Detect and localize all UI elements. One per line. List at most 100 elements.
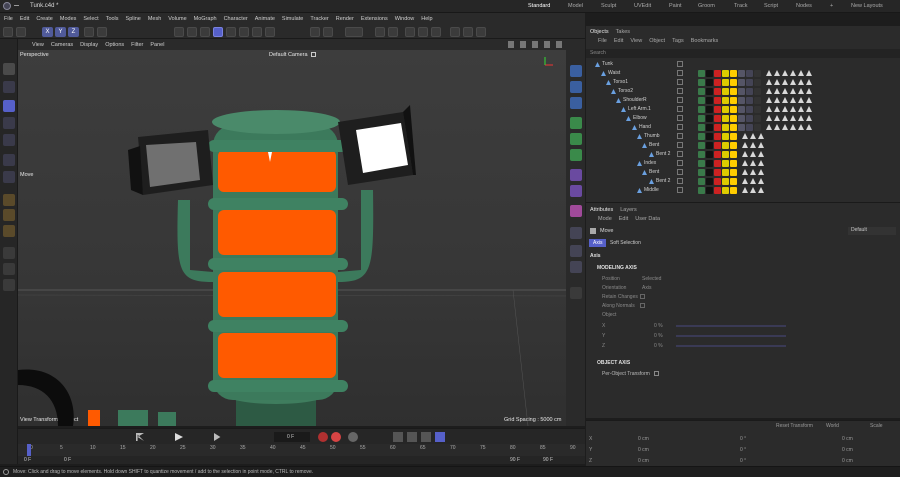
menu-simulate[interactable]: Simulate bbox=[282, 16, 303, 22]
object-tag-icon[interactable] bbox=[754, 124, 761, 131]
key-param-icon[interactable] bbox=[435, 432, 445, 442]
layout-model[interactable]: Model bbox=[568, 3, 583, 9]
menu-tracker[interactable]: Tracker bbox=[310, 16, 328, 22]
select-tool-icon[interactable] bbox=[3, 63, 15, 75]
constraint-tag-icon[interactable] bbox=[790, 124, 796, 130]
menu-render[interactable]: Render bbox=[336, 16, 354, 22]
constraint-tag-icon[interactable] bbox=[742, 160, 748, 166]
object-tag-icon[interactable] bbox=[738, 115, 745, 122]
coord-space-dropdown[interactable]: World bbox=[826, 423, 839, 429]
coord-x-position[interactable]: 0 cm bbox=[638, 436, 649, 442]
constraint-tag-icon[interactable] bbox=[742, 151, 748, 157]
key-position-icon[interactable] bbox=[393, 432, 403, 442]
object-tag-icon[interactable] bbox=[722, 151, 729, 158]
cube-object-icon[interactable] bbox=[570, 65, 582, 77]
camera-toolbar-icon[interactable] bbox=[450, 27, 460, 37]
constraint-tag-icon[interactable] bbox=[790, 79, 796, 85]
coord-scale-dropdown[interactable]: Scale bbox=[870, 423, 883, 429]
constraint-tag-icon[interactable] bbox=[766, 106, 772, 112]
object-tag-icon[interactable] bbox=[698, 178, 705, 185]
reset-transform-button[interactable]: Reset Transform bbox=[776, 423, 813, 429]
tab-layers[interactable]: Layers bbox=[620, 207, 637, 213]
z-slider[interactable] bbox=[676, 345, 786, 347]
object-tag-icon[interactable] bbox=[722, 88, 729, 95]
render-view-icon[interactable] bbox=[174, 27, 184, 37]
coord-z-scale[interactable]: 0 cm bbox=[842, 458, 853, 464]
object-tag-icon[interactable] bbox=[698, 151, 705, 158]
constraint-tag-icon[interactable] bbox=[774, 115, 780, 121]
object-tag-icon[interactable] bbox=[730, 142, 737, 149]
tab-takes[interactable]: Takes bbox=[616, 29, 630, 35]
object-tag-icon[interactable] bbox=[722, 187, 729, 194]
constraint-tag-icon[interactable] bbox=[774, 70, 780, 76]
constraint-tag-icon[interactable] bbox=[750, 178, 756, 184]
environment-icon[interactable] bbox=[570, 227, 582, 239]
generator-icon[interactable] bbox=[570, 117, 582, 129]
object-tag-icon[interactable] bbox=[698, 97, 705, 104]
object-tag-icon[interactable] bbox=[730, 151, 737, 158]
tab-attributes[interactable]: Attributes bbox=[590, 207, 613, 213]
constraint-tag-icon[interactable] bbox=[806, 88, 812, 94]
key-rotation-icon[interactable] bbox=[407, 432, 417, 442]
object-tag-icon[interactable] bbox=[714, 133, 721, 140]
object-tag-icon[interactable] bbox=[754, 79, 761, 86]
object-tag-icon[interactable] bbox=[746, 124, 753, 131]
bend-object-icon[interactable] bbox=[570, 185, 582, 197]
tab-objects[interactable]: Objects bbox=[590, 29, 609, 35]
coord-y-rotation[interactable]: 0 ° bbox=[740, 447, 746, 453]
visibility-toggle[interactable] bbox=[677, 115, 683, 121]
ruler-icon[interactable] bbox=[570, 287, 582, 299]
object-tag-icon[interactable] bbox=[706, 142, 713, 149]
visibility-toggle[interactable] bbox=[677, 142, 683, 148]
layout-script[interactable]: Script bbox=[764, 3, 778, 9]
constraint-tag-icon[interactable] bbox=[750, 151, 756, 157]
object-menu-tags[interactable]: Tags bbox=[672, 38, 684, 44]
transform-tool-icon[interactable] bbox=[3, 171, 15, 183]
object-tag-icon[interactable] bbox=[698, 142, 705, 149]
object-menu-edit[interactable]: Edit bbox=[614, 38, 623, 44]
object-tag-icon[interactable] bbox=[746, 97, 753, 104]
object-tag-icon[interactable] bbox=[730, 115, 737, 122]
object-tag-icon[interactable] bbox=[746, 115, 753, 122]
coordinate-system-icon[interactable] bbox=[84, 27, 94, 37]
current-frame-field[interactable]: 0 F bbox=[274, 432, 310, 442]
floor-icon[interactable] bbox=[476, 27, 486, 37]
constraint-tag-icon[interactable] bbox=[774, 88, 780, 94]
play-icon[interactable] bbox=[175, 433, 183, 441]
constraint-tag-icon[interactable] bbox=[782, 97, 788, 103]
visibility-toggle[interactable] bbox=[677, 133, 683, 139]
extrude-tool-icon[interactable] bbox=[3, 263, 15, 275]
object-tag-icon[interactable] bbox=[714, 79, 721, 86]
constraint-tag-icon[interactable] bbox=[798, 97, 804, 103]
visibility-toggle[interactable] bbox=[677, 79, 683, 85]
object-row-thumb-bent-2[interactable]: Bent 2 bbox=[586, 150, 900, 159]
object-tag-icon[interactable] bbox=[706, 187, 713, 194]
brush-tool-icon[interactable] bbox=[3, 209, 15, 221]
keyframe-selection-icon[interactable] bbox=[348, 432, 358, 442]
object-tag-icon[interactable] bbox=[714, 142, 721, 149]
menu-help[interactable]: Help bbox=[421, 16, 432, 22]
range-start-field[interactable]: 0 F bbox=[24, 457, 31, 463]
undo-icon[interactable] bbox=[3, 27, 13, 37]
constraint-tag-icon[interactable] bbox=[790, 97, 796, 103]
coord-y-scale[interactable]: 0 cm bbox=[842, 447, 853, 453]
constraint-tag-icon[interactable] bbox=[790, 70, 796, 76]
object-tag-icon[interactable] bbox=[730, 187, 737, 194]
object-row-shoulderr[interactable]: ShoulderR bbox=[586, 96, 900, 105]
object-tag-icon[interactable] bbox=[698, 88, 705, 95]
attribute-menu-mode[interactable]: Mode bbox=[598, 216, 612, 222]
object-menu-view[interactable]: View bbox=[630, 38, 642, 44]
object-tag-icon[interactable] bbox=[698, 169, 705, 176]
object-tag-icon[interactable] bbox=[738, 97, 745, 104]
constraint-tag-icon[interactable] bbox=[742, 133, 748, 139]
constraint-tag-icon[interactable] bbox=[750, 169, 756, 175]
object-tag-icon[interactable] bbox=[722, 178, 729, 185]
constraint-tag-icon[interactable] bbox=[766, 115, 772, 121]
visibility-toggle[interactable] bbox=[677, 70, 683, 76]
menu-extensions[interactable]: Extensions bbox=[361, 16, 388, 22]
object-tag-icon[interactable] bbox=[714, 151, 721, 158]
field-object-icon[interactable] bbox=[570, 205, 582, 217]
move-tool-icon[interactable] bbox=[3, 100, 15, 112]
object-tag-icon[interactable] bbox=[714, 106, 721, 113]
rotate-tool-icon[interactable] bbox=[3, 117, 15, 129]
